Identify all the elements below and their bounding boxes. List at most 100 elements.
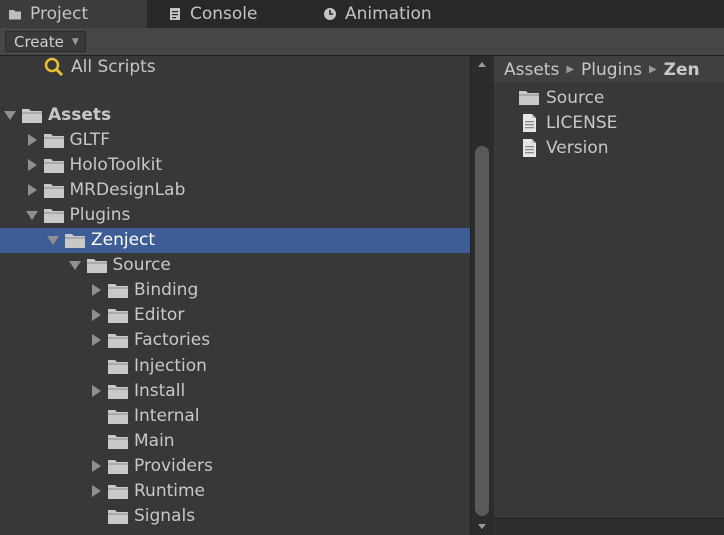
tree-item[interactable]: Editor bbox=[0, 303, 470, 328]
tree-item[interactable]: Zenject bbox=[0, 227, 470, 253]
folder-icon bbox=[518, 88, 540, 108]
scrollbar-thumb[interactable] bbox=[475, 146, 489, 516]
folder-icon bbox=[107, 407, 129, 425]
expand-arrow-icon[interactable] bbox=[25, 183, 39, 197]
search-icon bbox=[44, 57, 64, 76]
content-file-item[interactable]: Version bbox=[518, 135, 609, 160]
folder-icon bbox=[107, 507, 129, 525]
content-file-item[interactable]: LICENSE bbox=[518, 110, 617, 135]
expand-arrow-icon[interactable] bbox=[25, 133, 39, 147]
tree-item-label: Assets bbox=[48, 104, 112, 125]
tree-item[interactable]: Plugins bbox=[0, 202, 470, 227]
tree-item[interactable]: Install bbox=[0, 378, 470, 403]
tree-item-label: Install bbox=[134, 380, 186, 401]
collapse-arrow-icon[interactable] bbox=[25, 208, 39, 222]
tab-animation-label: Animation bbox=[345, 4, 432, 24]
tree-scrollbar[interactable] bbox=[470, 56, 494, 535]
content-item-label: LICENSE bbox=[546, 112, 618, 133]
folder-icon bbox=[43, 131, 65, 149]
file-icon bbox=[518, 138, 540, 158]
expand-arrow-icon[interactable] bbox=[89, 283, 103, 297]
tree-item-label: HoloToolkit bbox=[69, 154, 163, 175]
chevron-down-icon: ▼ bbox=[71, 36, 79, 47]
tree-item[interactable]: Signals bbox=[0, 504, 470, 529]
expand-arrow-icon[interactable] bbox=[89, 308, 103, 322]
tree-item-label: Source bbox=[112, 255, 171, 276]
folder-icon bbox=[86, 256, 108, 274]
folder-icon bbox=[107, 281, 129, 299]
tree-item[interactable]: Binding bbox=[0, 278, 470, 303]
tree-item[interactable]: Source bbox=[0, 253, 470, 278]
breadcrumb-separator-icon: ▶ bbox=[648, 64, 657, 75]
tree-item[interactable]: Assets bbox=[0, 102, 470, 127]
tree-item[interactable]: Factories bbox=[0, 328, 470, 353]
breadcrumb-item[interactable]: Plugins bbox=[581, 60, 642, 80]
favorite-label: All Scripts bbox=[71, 56, 156, 77]
tab-bar: Project Console Animation bbox=[0, 0, 724, 28]
tree-item[interactable]: HoloToolkit bbox=[0, 152, 470, 177]
folder-icon bbox=[43, 156, 65, 174]
breadcrumb-item[interactable]: Assets bbox=[504, 60, 559, 80]
breadcrumb: Assets ▶ Plugins ▶ Zen bbox=[494, 56, 724, 83]
arrow-placeholder bbox=[89, 409, 103, 423]
tree-item[interactable]: Providers bbox=[0, 453, 470, 478]
folder-contents-panel: Assets ▶ Plugins ▶ Zen Source LICENSE Vers… bbox=[494, 56, 724, 535]
tab-animation[interactable]: Animation bbox=[323, 0, 432, 28]
tab-project-label: Project bbox=[30, 4, 89, 24]
tree-item[interactable]: Runtime bbox=[0, 479, 470, 504]
tree-item-label: GLTF bbox=[69, 129, 110, 150]
arrow-placeholder bbox=[89, 359, 103, 373]
folder-tree: All Scripts Assets GLTF HoloToolkit MRDesig… bbox=[0, 56, 470, 535]
expand-arrow-icon[interactable] bbox=[89, 384, 103, 398]
folder-icon bbox=[107, 382, 129, 400]
tree-item-label: Zenject bbox=[91, 230, 156, 250]
folder-icon bbox=[107, 457, 129, 475]
scroll-up-arrow-icon[interactable] bbox=[477, 60, 487, 68]
favorite-all-scripts[interactable]: All Scripts bbox=[0, 56, 470, 79]
folder-icon bbox=[64, 231, 86, 249]
tree-item[interactable]: Main bbox=[0, 428, 470, 453]
folder-icon bbox=[107, 331, 129, 349]
collapse-arrow-icon[interactable] bbox=[68, 258, 82, 272]
breadcrumb-item-current[interactable]: Zen bbox=[664, 60, 700, 80]
content-item-label: Version bbox=[546, 137, 609, 158]
expand-arrow-icon[interactable] bbox=[89, 459, 103, 473]
tree-item-label: Injection bbox=[134, 355, 207, 376]
folder-icon bbox=[107, 482, 129, 500]
tree-item-label: Binding bbox=[134, 280, 199, 301]
content-folder-item[interactable]: Source bbox=[518, 85, 604, 110]
tree-item-label: MRDesignLab bbox=[69, 179, 186, 200]
collapse-arrow-icon[interactable] bbox=[46, 233, 60, 247]
breadcrumb-separator-icon: ▶ bbox=[566, 64, 575, 75]
folder-icon bbox=[9, 10, 21, 20]
tree-item[interactable]: Injection bbox=[0, 353, 470, 378]
tree-item[interactable]: GLTF bbox=[0, 127, 470, 152]
clock-icon bbox=[324, 8, 336, 20]
expand-arrow-icon[interactable] bbox=[89, 333, 103, 347]
contents-bottom-bar bbox=[494, 518, 724, 535]
scroll-down-arrow-icon[interactable] bbox=[477, 523, 487, 531]
tree-item[interactable]: MRDesignLab bbox=[0, 177, 470, 202]
tree-item-label: Providers bbox=[134, 455, 213, 476]
expand-arrow-icon[interactable] bbox=[89, 484, 103, 498]
project-window: Project Console Animation Create ▼ All S… bbox=[0, 0, 724, 535]
folder-icon bbox=[107, 432, 129, 450]
tab-console[interactable]: Console bbox=[168, 0, 258, 28]
folder-icon bbox=[43, 181, 65, 199]
folder-icon bbox=[43, 206, 65, 224]
content-item-label: Source bbox=[546, 87, 605, 108]
arrow-placeholder bbox=[89, 434, 103, 448]
tree-item-label: Signals bbox=[134, 506, 196, 527]
folder-icon bbox=[21, 106, 43, 124]
tab-project[interactable]: Project bbox=[0, 0, 147, 28]
tree-item-label: Factories bbox=[134, 330, 211, 351]
arrow-placeholder bbox=[89, 509, 103, 523]
folder-icon bbox=[107, 306, 129, 324]
collapse-arrow-icon[interactable] bbox=[3, 108, 17, 122]
tree-item-label: Editor bbox=[134, 305, 185, 326]
tree-item-label: Plugins bbox=[69, 204, 131, 225]
tree-item[interactable]: Internal bbox=[0, 403, 470, 428]
tab-console-label: Console bbox=[190, 4, 258, 24]
expand-arrow-icon[interactable] bbox=[25, 158, 39, 172]
create-button[interactable]: Create ▼ bbox=[5, 31, 86, 52]
